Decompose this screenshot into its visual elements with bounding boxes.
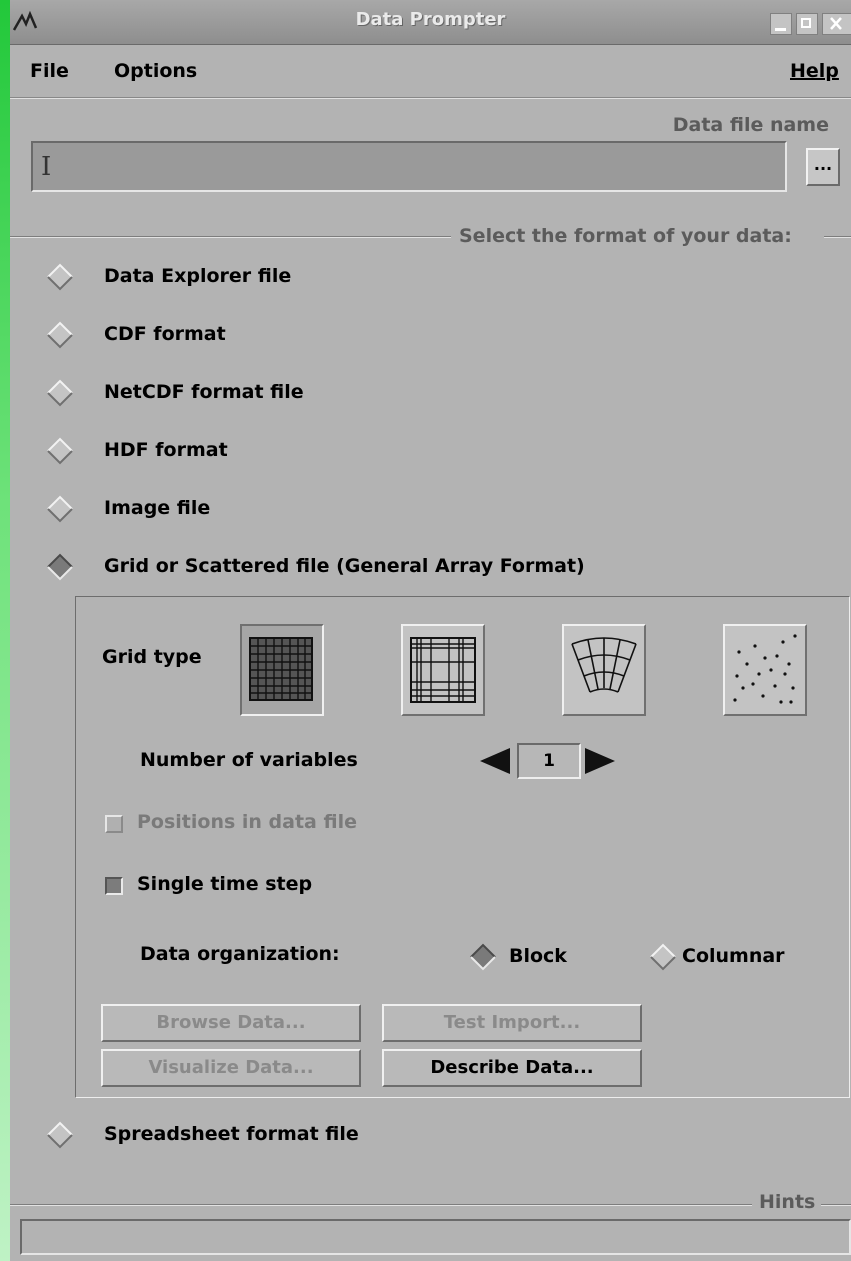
separator bbox=[10, 1204, 752, 1206]
regular-grid-icon[interactable] bbox=[240, 624, 324, 716]
visualize-data-button[interactable]: Visualize Data... bbox=[101, 1049, 361, 1087]
hints-label: Hints bbox=[759, 1191, 816, 1213]
increment-arrow-icon[interactable] bbox=[583, 746, 619, 776]
minimize-icon[interactable] bbox=[770, 13, 792, 35]
menu-file[interactable]: File bbox=[30, 60, 69, 82]
format-option-label[interactable]: Grid or Scattered file (General Array Fo… bbox=[104, 555, 585, 577]
test-import-button[interactable]: Test Import... bbox=[382, 1004, 642, 1042]
format-section-heading: Select the format of your data: bbox=[459, 225, 792, 247]
menu-help[interactable]: Help bbox=[790, 60, 839, 82]
positions-checkbox[interactable] bbox=[105, 815, 123, 833]
format-option-label[interactable]: NetCDF format file bbox=[104, 381, 304, 403]
format-radio-icon[interactable] bbox=[45, 494, 75, 524]
format-option-label[interactable]: Data Explorer file bbox=[104, 265, 291, 287]
data-prompter-window: Data Prompter File Options Help Data fil… bbox=[10, 0, 851, 1261]
scattered-points-icon[interactable] bbox=[723, 624, 807, 716]
data-org-label: Data organization: bbox=[140, 943, 340, 965]
single-time-label: Single time step bbox=[137, 873, 313, 895]
format-radio-icon[interactable] bbox=[45, 320, 75, 350]
format-radio-icon[interactable] bbox=[45, 1120, 75, 1150]
format-radio-icon[interactable] bbox=[45, 436, 75, 466]
window-title: Data Prompter bbox=[355, 9, 506, 30]
format-option-label[interactable]: CDF format bbox=[104, 323, 226, 345]
data-file-input[interactable]: I bbox=[31, 141, 787, 192]
single-time-checkbox[interactable] bbox=[105, 877, 123, 895]
positions-label: Positions in data file bbox=[137, 811, 357, 833]
browse-data-button[interactable]: Browse Data... bbox=[101, 1004, 361, 1042]
describe-data-button[interactable]: Describe Data... bbox=[382, 1049, 642, 1087]
columnar-radio-icon[interactable] bbox=[648, 942, 678, 972]
format-radio-icon[interactable] bbox=[45, 378, 75, 408]
curvilinear-grid-icon[interactable] bbox=[562, 624, 646, 716]
num-variables-value[interactable]: 1 bbox=[517, 743, 581, 779]
format-option-label[interactable]: Spreadsheet format file bbox=[104, 1123, 359, 1145]
maximize-icon[interactable] bbox=[796, 13, 818, 35]
close-icon[interactable] bbox=[822, 13, 851, 35]
columnar-label[interactable]: Columnar bbox=[682, 945, 785, 967]
format-radio-icon[interactable] bbox=[45, 552, 75, 582]
format-option-label[interactable]: HDF format bbox=[104, 439, 228, 461]
data-file-label: Data file name bbox=[672, 114, 829, 136]
num-variables-label: Number of variables bbox=[140, 749, 358, 771]
format-radio-icon[interactable] bbox=[45, 262, 75, 292]
browse-file-button[interactable]: ... bbox=[806, 148, 840, 186]
title-bar[interactable]: Data Prompter bbox=[10, 0, 851, 45]
format-option-label[interactable]: Image file bbox=[104, 497, 210, 519]
separator bbox=[824, 236, 851, 238]
separator bbox=[821, 1204, 851, 1206]
rectilinear-grid-icon[interactable] bbox=[401, 624, 485, 716]
decrement-arrow-icon[interactable] bbox=[476, 746, 512, 776]
block-radio-icon[interactable] bbox=[468, 942, 498, 972]
block-label[interactable]: Block bbox=[509, 945, 567, 967]
menu-options[interactable]: Options bbox=[114, 60, 197, 82]
text-cursor-icon: I bbox=[41, 152, 52, 182]
hints-box bbox=[20, 1219, 851, 1255]
menu-bar: File Options Help bbox=[10, 45, 851, 98]
grid-type-label: Grid type bbox=[102, 646, 202, 668]
separator bbox=[10, 236, 451, 238]
